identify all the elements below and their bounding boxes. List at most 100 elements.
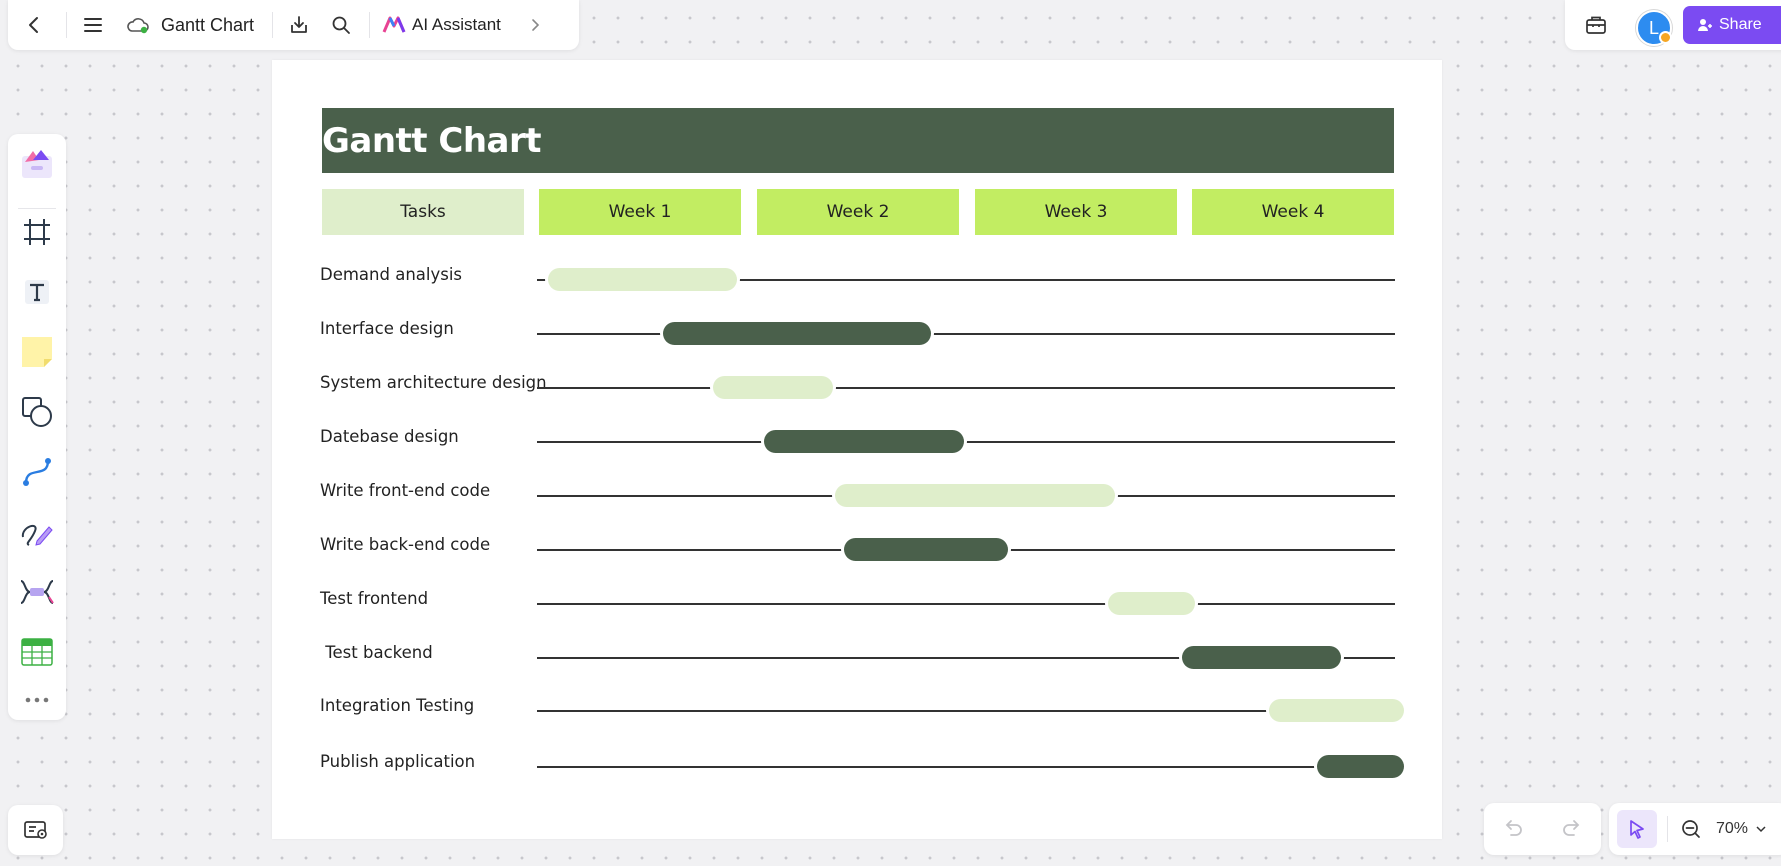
ai-assistant-button[interactable]: AI Assistant bbox=[376, 0, 507, 50]
search-icon bbox=[332, 16, 350, 34]
task-label[interactable]: Test backend bbox=[320, 643, 432, 662]
expand-toolbar-button[interactable] bbox=[517, 0, 553, 50]
templates-icon bbox=[22, 150, 52, 178]
connector-tool[interactable] bbox=[8, 448, 66, 496]
pen-icon bbox=[21, 524, 53, 546]
header-tasks[interactable]: Tasks bbox=[322, 189, 524, 235]
task-bar[interactable] bbox=[1269, 699, 1405, 722]
sticky-note-icon bbox=[22, 337, 52, 367]
chart-title-bar[interactable]: Gantt Chart bbox=[322, 108, 1394, 173]
left-tool-panel bbox=[8, 134, 66, 720]
mind-map-tool[interactable] bbox=[8, 568, 66, 616]
task-bar[interactable] bbox=[844, 538, 1008, 561]
frame-icon bbox=[24, 219, 50, 245]
chevron-right-icon bbox=[532, 19, 540, 31]
task-label[interactable]: Demand analysis bbox=[320, 265, 462, 284]
zoom-panel: 70% bbox=[1609, 803, 1781, 855]
task-bar[interactable] bbox=[713, 376, 834, 399]
menu-button[interactable] bbox=[73, 0, 113, 50]
select-tool-button[interactable] bbox=[1617, 810, 1657, 848]
back-button[interactable] bbox=[8, 0, 60, 50]
task-label[interactable]: Write front-end code bbox=[320, 481, 490, 500]
menu-icon bbox=[84, 18, 102, 32]
task-bar[interactable] bbox=[663, 322, 932, 345]
task-timeline-track bbox=[537, 603, 1395, 605]
sticky-note-tool[interactable] bbox=[8, 328, 66, 376]
table-icon bbox=[21, 638, 53, 666]
ai-assistant-label: AI Assistant bbox=[412, 15, 501, 34]
toolbox-button[interactable] bbox=[1578, 10, 1614, 40]
cloud-status bbox=[123, 0, 153, 50]
toolbox-icon bbox=[1586, 16, 1606, 34]
header-week-4-label: Week 4 bbox=[1261, 202, 1325, 222]
header-week-2[interactable]: Week 2 bbox=[757, 189, 959, 235]
minimap-icon bbox=[23, 821, 47, 839]
avatar-status-dot bbox=[1659, 31, 1672, 44]
task-timeline-track bbox=[537, 766, 1395, 768]
redo-icon bbox=[1562, 819, 1580, 836]
task-label[interactable]: Interface design bbox=[320, 319, 454, 338]
top-toolbar: Gantt Chart AI Assistant bbox=[8, 0, 579, 50]
document-title[interactable]: Gantt Chart bbox=[161, 15, 254, 36]
download-button[interactable] bbox=[279, 0, 319, 50]
task-label[interactable]: Test frontend bbox=[320, 589, 428, 608]
header-week-1-label: Week 1 bbox=[608, 202, 672, 222]
task-timeline-track bbox=[537, 441, 1395, 443]
connector-icon bbox=[23, 458, 51, 486]
back-icon bbox=[29, 17, 38, 33]
header-week-3[interactable]: Week 3 bbox=[975, 189, 1177, 235]
text-tool[interactable] bbox=[8, 268, 66, 316]
minimap-button[interactable] bbox=[8, 805, 63, 855]
chevron-down-icon[interactable] bbox=[1756, 825, 1766, 833]
zoom-out-button[interactable] bbox=[1680, 818, 1702, 840]
task-timeline-track bbox=[537, 387, 1395, 389]
task-label[interactable]: Datebase design bbox=[320, 427, 459, 446]
task-bar[interactable] bbox=[547, 268, 738, 291]
zoom-out-icon bbox=[1682, 820, 1700, 838]
search-button[interactable] bbox=[319, 0, 363, 50]
shape-tool[interactable] bbox=[8, 388, 66, 436]
download-icon bbox=[291, 16, 307, 33]
templates-tool[interactable] bbox=[8, 140, 66, 188]
task-label[interactable]: Publish application bbox=[320, 752, 475, 771]
task-bar[interactable] bbox=[1182, 646, 1342, 669]
user-add-icon bbox=[1698, 19, 1712, 31]
frame-tool[interactable] bbox=[8, 208, 66, 256]
task-label[interactable]: Integration Testing bbox=[320, 696, 474, 715]
shape-icon bbox=[22, 397, 52, 427]
cloud-saved-icon bbox=[127, 18, 149, 34]
task-bar[interactable] bbox=[1107, 592, 1196, 615]
chart-title: Gantt Chart bbox=[322, 120, 542, 161]
share-button[interactable]: Share bbox=[1683, 6, 1781, 44]
task-timeline-track bbox=[537, 710, 1395, 712]
header-week-1[interactable]: Week 1 bbox=[539, 189, 741, 235]
text-icon bbox=[25, 280, 49, 304]
table-tool[interactable] bbox=[8, 628, 66, 676]
header-week-2-label: Week 2 bbox=[826, 202, 890, 222]
pen-tool[interactable] bbox=[8, 508, 66, 556]
header-week-3-label: Week 3 bbox=[1044, 202, 1108, 222]
cursor-icon bbox=[1630, 820, 1644, 839]
share-label: Share bbox=[1719, 16, 1762, 33]
toolbar-divider bbox=[369, 12, 371, 38]
header-tasks-label: Tasks bbox=[400, 202, 446, 222]
task-bar[interactable] bbox=[763, 430, 965, 453]
task-label[interactable]: Write back-end code bbox=[320, 535, 490, 554]
undo-icon bbox=[1505, 819, 1523, 836]
header-week-4[interactable]: Week 4 bbox=[1192, 189, 1394, 235]
task-bar[interactable] bbox=[1317, 755, 1405, 778]
toolbar-divider bbox=[66, 12, 67, 38]
undo-button[interactable] bbox=[1502, 817, 1524, 842]
avatar-initial: L bbox=[1648, 17, 1659, 38]
ai-logo-icon bbox=[382, 16, 406, 33]
task-bar[interactable] bbox=[835, 484, 1115, 507]
mind-map-icon bbox=[20, 580, 54, 604]
more-icon bbox=[25, 697, 49, 703]
task-label[interactable]: System architecture design bbox=[320, 373, 547, 392]
canvas-page[interactable]: Gantt Chart Tasks Week 1 Week 2 Week 3 W… bbox=[272, 60, 1442, 839]
more-tools-button[interactable] bbox=[8, 676, 66, 724]
redo-button[interactable] bbox=[1561, 817, 1583, 842]
zoom-divider bbox=[1667, 816, 1668, 842]
zoom-level[interactable]: 70% bbox=[1716, 820, 1748, 838]
undo-redo-panel bbox=[1484, 803, 1601, 855]
